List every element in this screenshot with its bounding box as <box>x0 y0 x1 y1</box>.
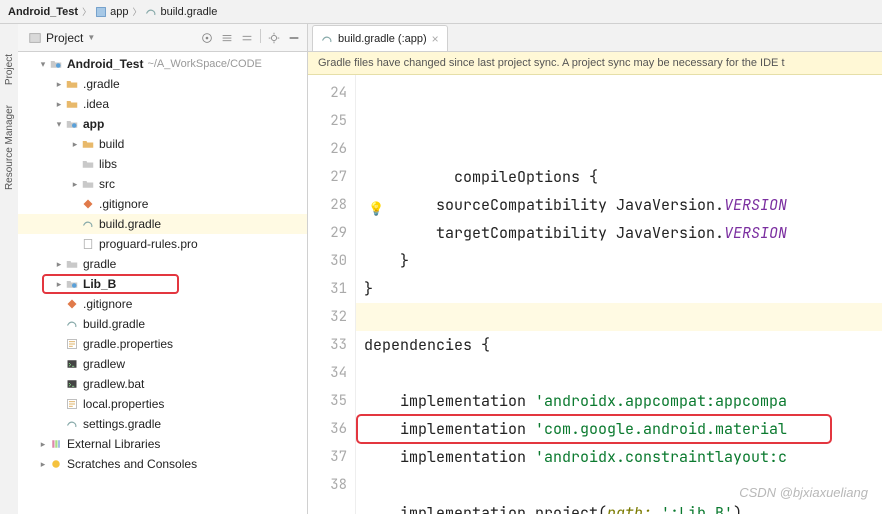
project-panel-header: Project ▼ <box>18 24 307 52</box>
tool-rails: Project Resource Manager <box>0 24 18 514</box>
project-icon <box>28 31 42 45</box>
file-icon <box>80 198 96 210</box>
line-numbers: 242526272829303132333435363738 <box>308 75 356 514</box>
separator <box>260 29 261 43</box>
editor-area: build.gradle (:app) × Gradle files have … <box>308 24 882 514</box>
tree-item-build[interactable]: ▸build <box>18 134 307 154</box>
breadcrumb-file[interactable]: build.gradle <box>145 6 217 18</box>
sync-banner[interactable]: Gradle files have changed since last pro… <box>308 52 882 75</box>
project-panel: Project ▼ ▾Android_Test~/A_WorkSpace/COD… <box>18 24 308 514</box>
file-icon <box>80 238 96 250</box>
tree-root[interactable]: ▾Android_Test~/A_WorkSpace/CODE <box>18 54 307 74</box>
tree-item-gradle-properties[interactable]: gradle.properties <box>18 334 307 354</box>
file-icon <box>64 78 80 90</box>
breadcrumb-module[interactable]: app <box>95 6 128 18</box>
file-icon <box>48 458 64 470</box>
gradle-icon <box>145 6 157 18</box>
tree-item-app[interactable]: ▾app <box>18 114 307 134</box>
project-view-selector[interactable]: Project ▼ <box>22 31 198 45</box>
file-icon <box>64 278 80 290</box>
project-tree[interactable]: ▾Android_Test~/A_WorkSpace/CODE▸.gradle▸… <box>18 52 307 514</box>
file-icon <box>64 118 80 130</box>
file-icon <box>64 378 80 390</box>
tree-item-scratches-and-consoles[interactable]: ▸Scratches and Consoles <box>18 454 307 474</box>
breadcrumb: Android_Test 〉 app 〉 build.gradle <box>0 0 882 24</box>
file-icon <box>64 98 80 110</box>
gradle-icon <box>321 33 333 45</box>
file-icon <box>64 338 80 350</box>
chevron-right-icon: 〉 <box>132 5 141 18</box>
tree-item-src[interactable]: ▸src <box>18 174 307 194</box>
tab-label: build.gradle (:app) <box>338 33 427 45</box>
breadcrumb-project[interactable]: Android_Test <box>8 6 78 18</box>
close-icon[interactable]: × <box>432 32 439 46</box>
tree-item-build-gradle[interactable]: build.gradle <box>18 214 307 234</box>
tree-item-lib-b[interactable]: ▸Lib_B <box>18 274 307 294</box>
collapse-all-icon[interactable] <box>238 29 256 47</box>
editor-tabs: build.gradle (:app) × <box>308 24 882 52</box>
expand-all-icon[interactable] <box>218 29 236 47</box>
file-icon <box>80 178 96 190</box>
tree-item--gradle[interactable]: ▸.gradle <box>18 74 307 94</box>
file-icon <box>48 438 64 450</box>
code-editor[interactable]: 💡 compileOptions { sourceCompatibility J… <box>356 75 882 514</box>
tree-item-gradle[interactable]: ▸gradle <box>18 254 307 274</box>
settings-icon[interactable] <box>265 29 283 47</box>
file-icon <box>80 158 96 170</box>
chevron-right-icon: 〉 <box>82 5 91 18</box>
tab-build-gradle[interactable]: build.gradle (:app) × <box>312 25 448 51</box>
tree-item--idea[interactable]: ▸.idea <box>18 94 307 114</box>
file-icon <box>64 398 80 410</box>
tree-item-gradlew-bat[interactable]: gradlew.bat <box>18 374 307 394</box>
select-opened-file-icon[interactable] <box>198 29 216 47</box>
tree-item-gradlew[interactable]: gradlew <box>18 354 307 374</box>
file-icon <box>64 358 80 370</box>
file-icon <box>64 318 80 330</box>
tree-item-external-libraries[interactable]: ▸External Libraries <box>18 434 307 454</box>
tree-item--gitignore[interactable]: .gitignore <box>18 294 307 314</box>
hide-icon[interactable] <box>285 29 303 47</box>
file-icon <box>80 138 96 150</box>
file-icon <box>64 298 80 310</box>
tree-item-proguard-rules-pro[interactable]: proguard-rules.pro <box>18 234 307 254</box>
module-icon <box>95 6 107 18</box>
tree-item-local-properties[interactable]: local.properties <box>18 394 307 414</box>
tree-item--gitignore[interactable]: .gitignore <box>18 194 307 214</box>
file-icon <box>64 418 80 430</box>
rail-resource-manager[interactable]: Resource Manager <box>4 105 15 190</box>
watermark: CSDN @bjxiaxueliang <box>739 485 868 500</box>
file-icon <box>80 218 96 230</box>
tree-item-build-gradle[interactable]: build.gradle <box>18 314 307 334</box>
chevron-down-icon: ▼ <box>87 33 95 42</box>
file-icon <box>64 258 80 270</box>
tree-item-settings-gradle[interactable]: settings.gradle <box>18 414 307 434</box>
tree-item-libs[interactable]: libs <box>18 154 307 174</box>
lightbulb-icon[interactable]: 💡 <box>368 195 384 223</box>
rail-project[interactable]: Project <box>4 54 15 85</box>
